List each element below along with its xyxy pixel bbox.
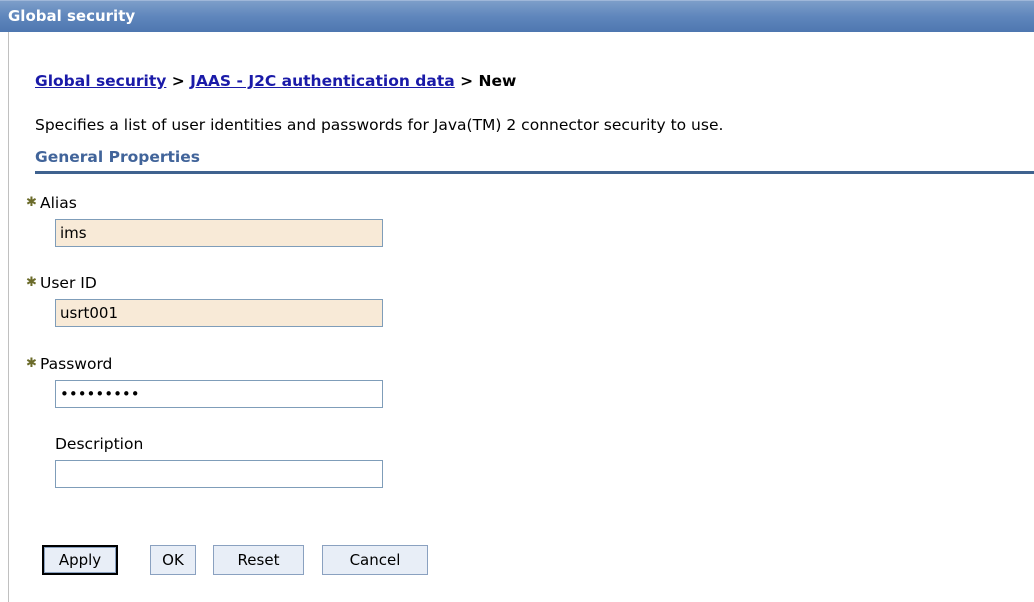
required-marker-icon: ✱ bbox=[26, 356, 37, 371]
breadcrumb-separator: > bbox=[166, 72, 191, 90]
user-id-label: User ID bbox=[40, 274, 97, 292]
page-description: Specifies a list of user identities and … bbox=[35, 116, 724, 134]
alias-label: Alias bbox=[40, 194, 77, 212]
title-bar: Global security bbox=[0, 0, 1034, 32]
breadcrumb-current: New bbox=[478, 72, 517, 90]
reset-button[interactable]: Reset bbox=[213, 545, 304, 575]
cancel-button[interactable]: Cancel bbox=[322, 545, 428, 575]
breadcrumb-link-jaas[interactable]: JAAS - J2C authentication data bbox=[190, 72, 455, 90]
apply-button[interactable]: Apply bbox=[42, 545, 118, 575]
alias-input[interactable] bbox=[55, 219, 383, 247]
ok-button[interactable]: OK bbox=[150, 545, 196, 575]
breadcrumb-link-global-security[interactable]: Global security bbox=[35, 72, 166, 90]
section-title: General Properties bbox=[35, 148, 200, 166]
password-label: Password bbox=[40, 355, 113, 373]
password-input[interactable] bbox=[55, 380, 383, 408]
window-title: Global security bbox=[8, 7, 136, 25]
section-divider bbox=[35, 171, 1034, 174]
breadcrumb: Global security > JAAS - J2C authenticat… bbox=[35, 72, 516, 90]
user-id-input[interactable] bbox=[55, 299, 383, 327]
required-marker-icon: ✱ bbox=[26, 275, 37, 290]
breadcrumb-separator: > bbox=[454, 72, 479, 90]
description-input[interactable] bbox=[55, 460, 383, 488]
required-marker-icon: ✱ bbox=[26, 195, 37, 210]
description-label: Description bbox=[55, 435, 144, 453]
content-border bbox=[8, 32, 9, 602]
